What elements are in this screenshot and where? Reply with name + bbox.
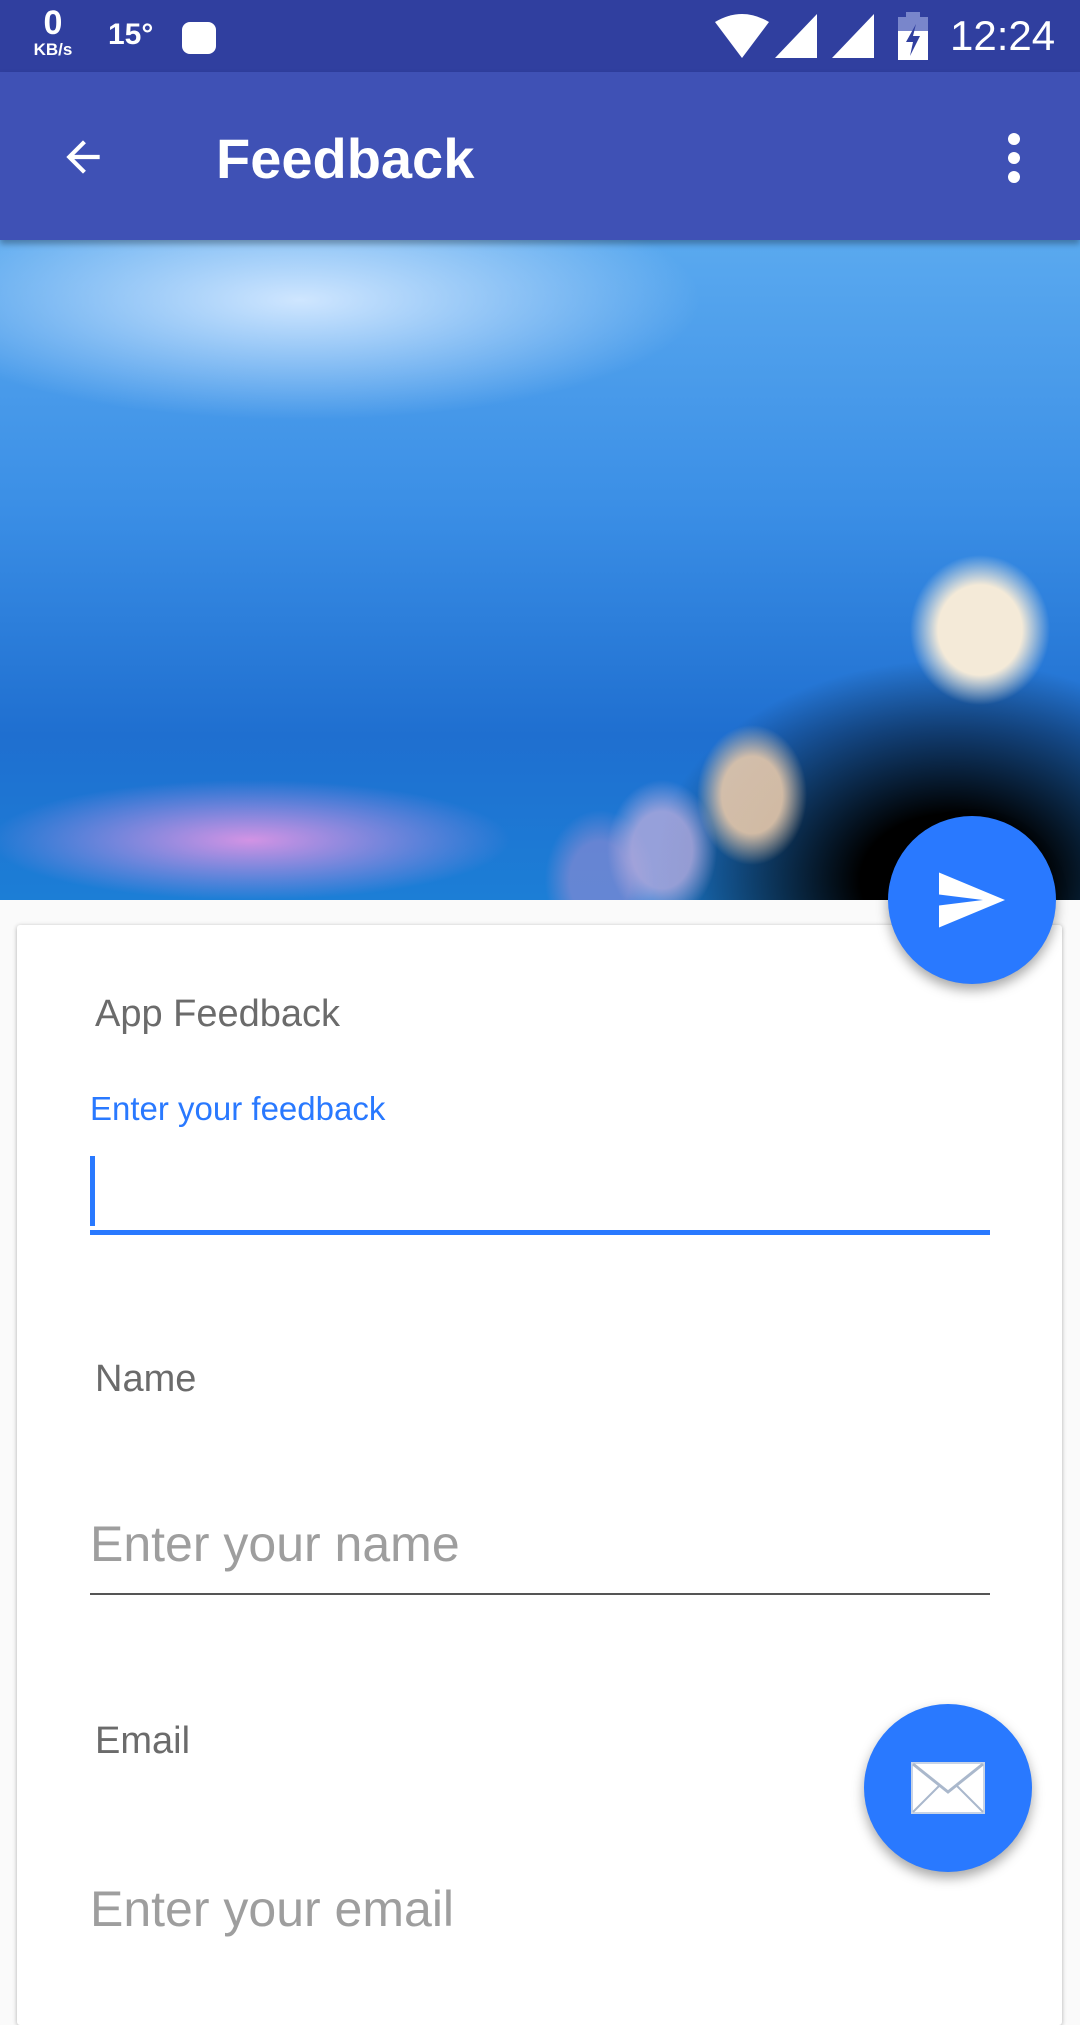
email-input[interactable]: Enter your email — [90, 1880, 990, 1962]
battery-charging-icon — [898, 12, 928, 60]
clock: 12:24 — [950, 12, 1056, 59]
android-notification-icon — [182, 22, 216, 54]
name-input[interactable]: Enter your name — [90, 1515, 990, 1597]
more-options-icon[interactable] — [1000, 130, 1028, 186]
text-cursor — [90, 1156, 95, 1226]
feedback-input[interactable] — [90, 1150, 990, 1235]
name-underline — [90, 1593, 990, 1595]
mail-icon — [911, 1762, 985, 1814]
net-speed: 0 KB/s — [33, 4, 73, 59]
status-bar: 0 KB/s 15° 12:24 — [0, 0, 1080, 72]
signal-icon-2 — [832, 14, 874, 58]
signal-icon — [775, 14, 817, 58]
temperature: 15° — [108, 18, 154, 51]
feedback-underline — [90, 1230, 990, 1235]
send-button[interactable] — [888, 816, 1056, 984]
header-image — [0, 240, 1080, 900]
page-title: Feedback — [216, 127, 475, 190]
send-icon — [939, 872, 1005, 928]
email-fab-button[interactable] — [864, 1704, 1032, 1872]
app-bar: Feedback — [0, 72, 1080, 240]
feedback-hint: Enter your feedback — [90, 1090, 386, 1127]
back-arrow-icon[interactable] — [58, 132, 108, 182]
email-label: Email — [95, 1720, 191, 1762]
wifi-icon — [715, 14, 769, 58]
feedback-label: App Feedback — [95, 993, 341, 1035]
name-label: Name — [95, 1358, 197, 1400]
